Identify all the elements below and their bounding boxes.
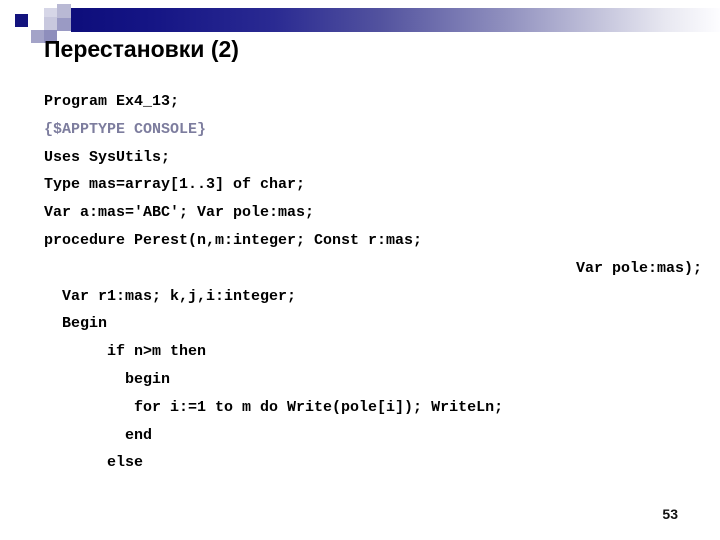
code-line: Var pole:mas); <box>575 259 702 277</box>
decorative-square-periwinkle-lower <box>31 30 44 43</box>
code-line: Begin <box>44 315 108 333</box>
code-line: Type mas=array[1..3] of char; <box>44 176 306 194</box>
gradient-bar-decoration <box>44 8 720 32</box>
code-line: else <box>44 454 144 472</box>
code-line: for i:=1 to m do Write(pole[i]); WriteLn… <box>44 398 504 416</box>
decorative-square-pale <box>44 8 57 17</box>
code-line: end <box>44 426 153 444</box>
code-line: {$APPTYPE CONSOLE} <box>44 120 207 138</box>
decorative-square-white-top <box>16 0 28 13</box>
decorative-square-white-lower <box>31 43 44 54</box>
decorative-square-light-lavender <box>44 17 57 30</box>
code-line: begin <box>44 370 171 388</box>
code-line: Program Ex4_13; <box>44 93 180 110</box>
code-line: Var r1:mas; k,j,i:integer; <box>44 287 297 305</box>
code-line: if n>m then <box>44 343 207 361</box>
decorative-square-lavender-mid <box>57 18 71 31</box>
code-listing: Program Ex4_13; {$APPTYPE CONSOLE} Uses Sy… <box>0 88 720 477</box>
code-line: procedure Perest(n,m:integer; Const r:ma… <box>44 231 423 249</box>
code-line: Uses SysUtils; <box>44 148 171 166</box>
code-line: Var a:mas='ABC'; Var pole:mas; <box>44 204 315 222</box>
page-title: Перестановки (2) <box>44 36 239 62</box>
slide-page-number: 53 <box>662 506 678 522</box>
decorative-square-navy <box>15 14 28 27</box>
decorative-square-lavender-top <box>57 4 71 18</box>
